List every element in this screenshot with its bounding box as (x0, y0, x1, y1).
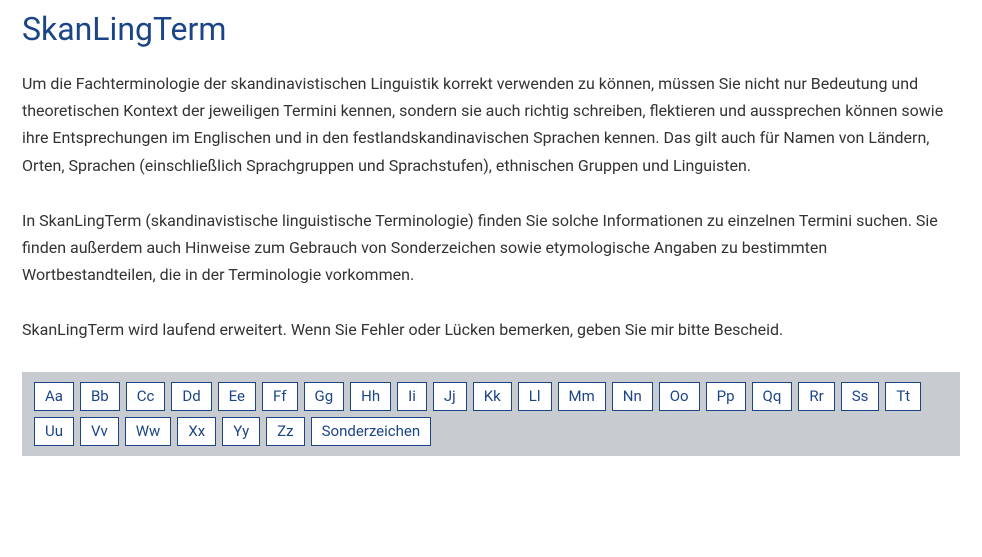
index-link-xx[interactable]: Xx (177, 417, 216, 446)
index-link-jj[interactable]: Jj (433, 382, 467, 411)
index-link-aa[interactable]: Aa (34, 382, 74, 411)
alphabet-index: AaBbCcDdEeFfGgHhIiJjKkLlMmNnOoPpQqRrSsTt… (22, 372, 960, 456)
intro-paragraph-2: In SkanLingTerm (skandinavistische lingu… (22, 207, 960, 289)
index-link-qq[interactable]: Qq (752, 382, 793, 411)
index-link-mm[interactable]: Mm (558, 382, 606, 411)
index-link-nn[interactable]: Nn (612, 382, 653, 411)
index-link-ee[interactable]: Ee (218, 382, 256, 411)
index-link-vv[interactable]: Vv (80, 417, 119, 446)
index-link-zz[interactable]: Zz (266, 417, 304, 446)
intro-paragraph-3: SkanLingTerm wird laufend erweitert. Wen… (22, 316, 960, 343)
index-link-yy[interactable]: Yy (222, 417, 260, 446)
index-link-ll[interactable]: Ll (518, 382, 552, 411)
index-link-bb[interactable]: Bb (80, 382, 120, 411)
page-title: SkanLingTerm (22, 10, 960, 48)
index-link-rr[interactable]: Rr (798, 382, 834, 411)
index-link-pp[interactable]: Pp (706, 382, 746, 411)
intro-paragraph-1: Um die Fachterminologie der skandinavist… (22, 70, 960, 179)
index-link-gg[interactable]: Gg (304, 382, 345, 411)
index-link-sonderzeichen[interactable]: Sonderzeichen (311, 417, 432, 446)
index-link-dd[interactable]: Dd (171, 382, 211, 411)
index-link-ff[interactable]: Ff (262, 382, 298, 411)
index-link-kk[interactable]: Kk (473, 382, 512, 411)
index-link-uu[interactable]: Uu (34, 417, 74, 446)
index-link-hh[interactable]: Hh (350, 382, 391, 411)
index-link-ww[interactable]: Ww (125, 417, 172, 446)
index-link-oo[interactable]: Oo (659, 382, 700, 411)
index-link-cc[interactable]: Cc (126, 382, 166, 411)
index-link-ii[interactable]: Ii (397, 382, 427, 411)
index-link-ss[interactable]: Ss (841, 382, 880, 411)
index-link-tt[interactable]: Tt (885, 382, 921, 411)
